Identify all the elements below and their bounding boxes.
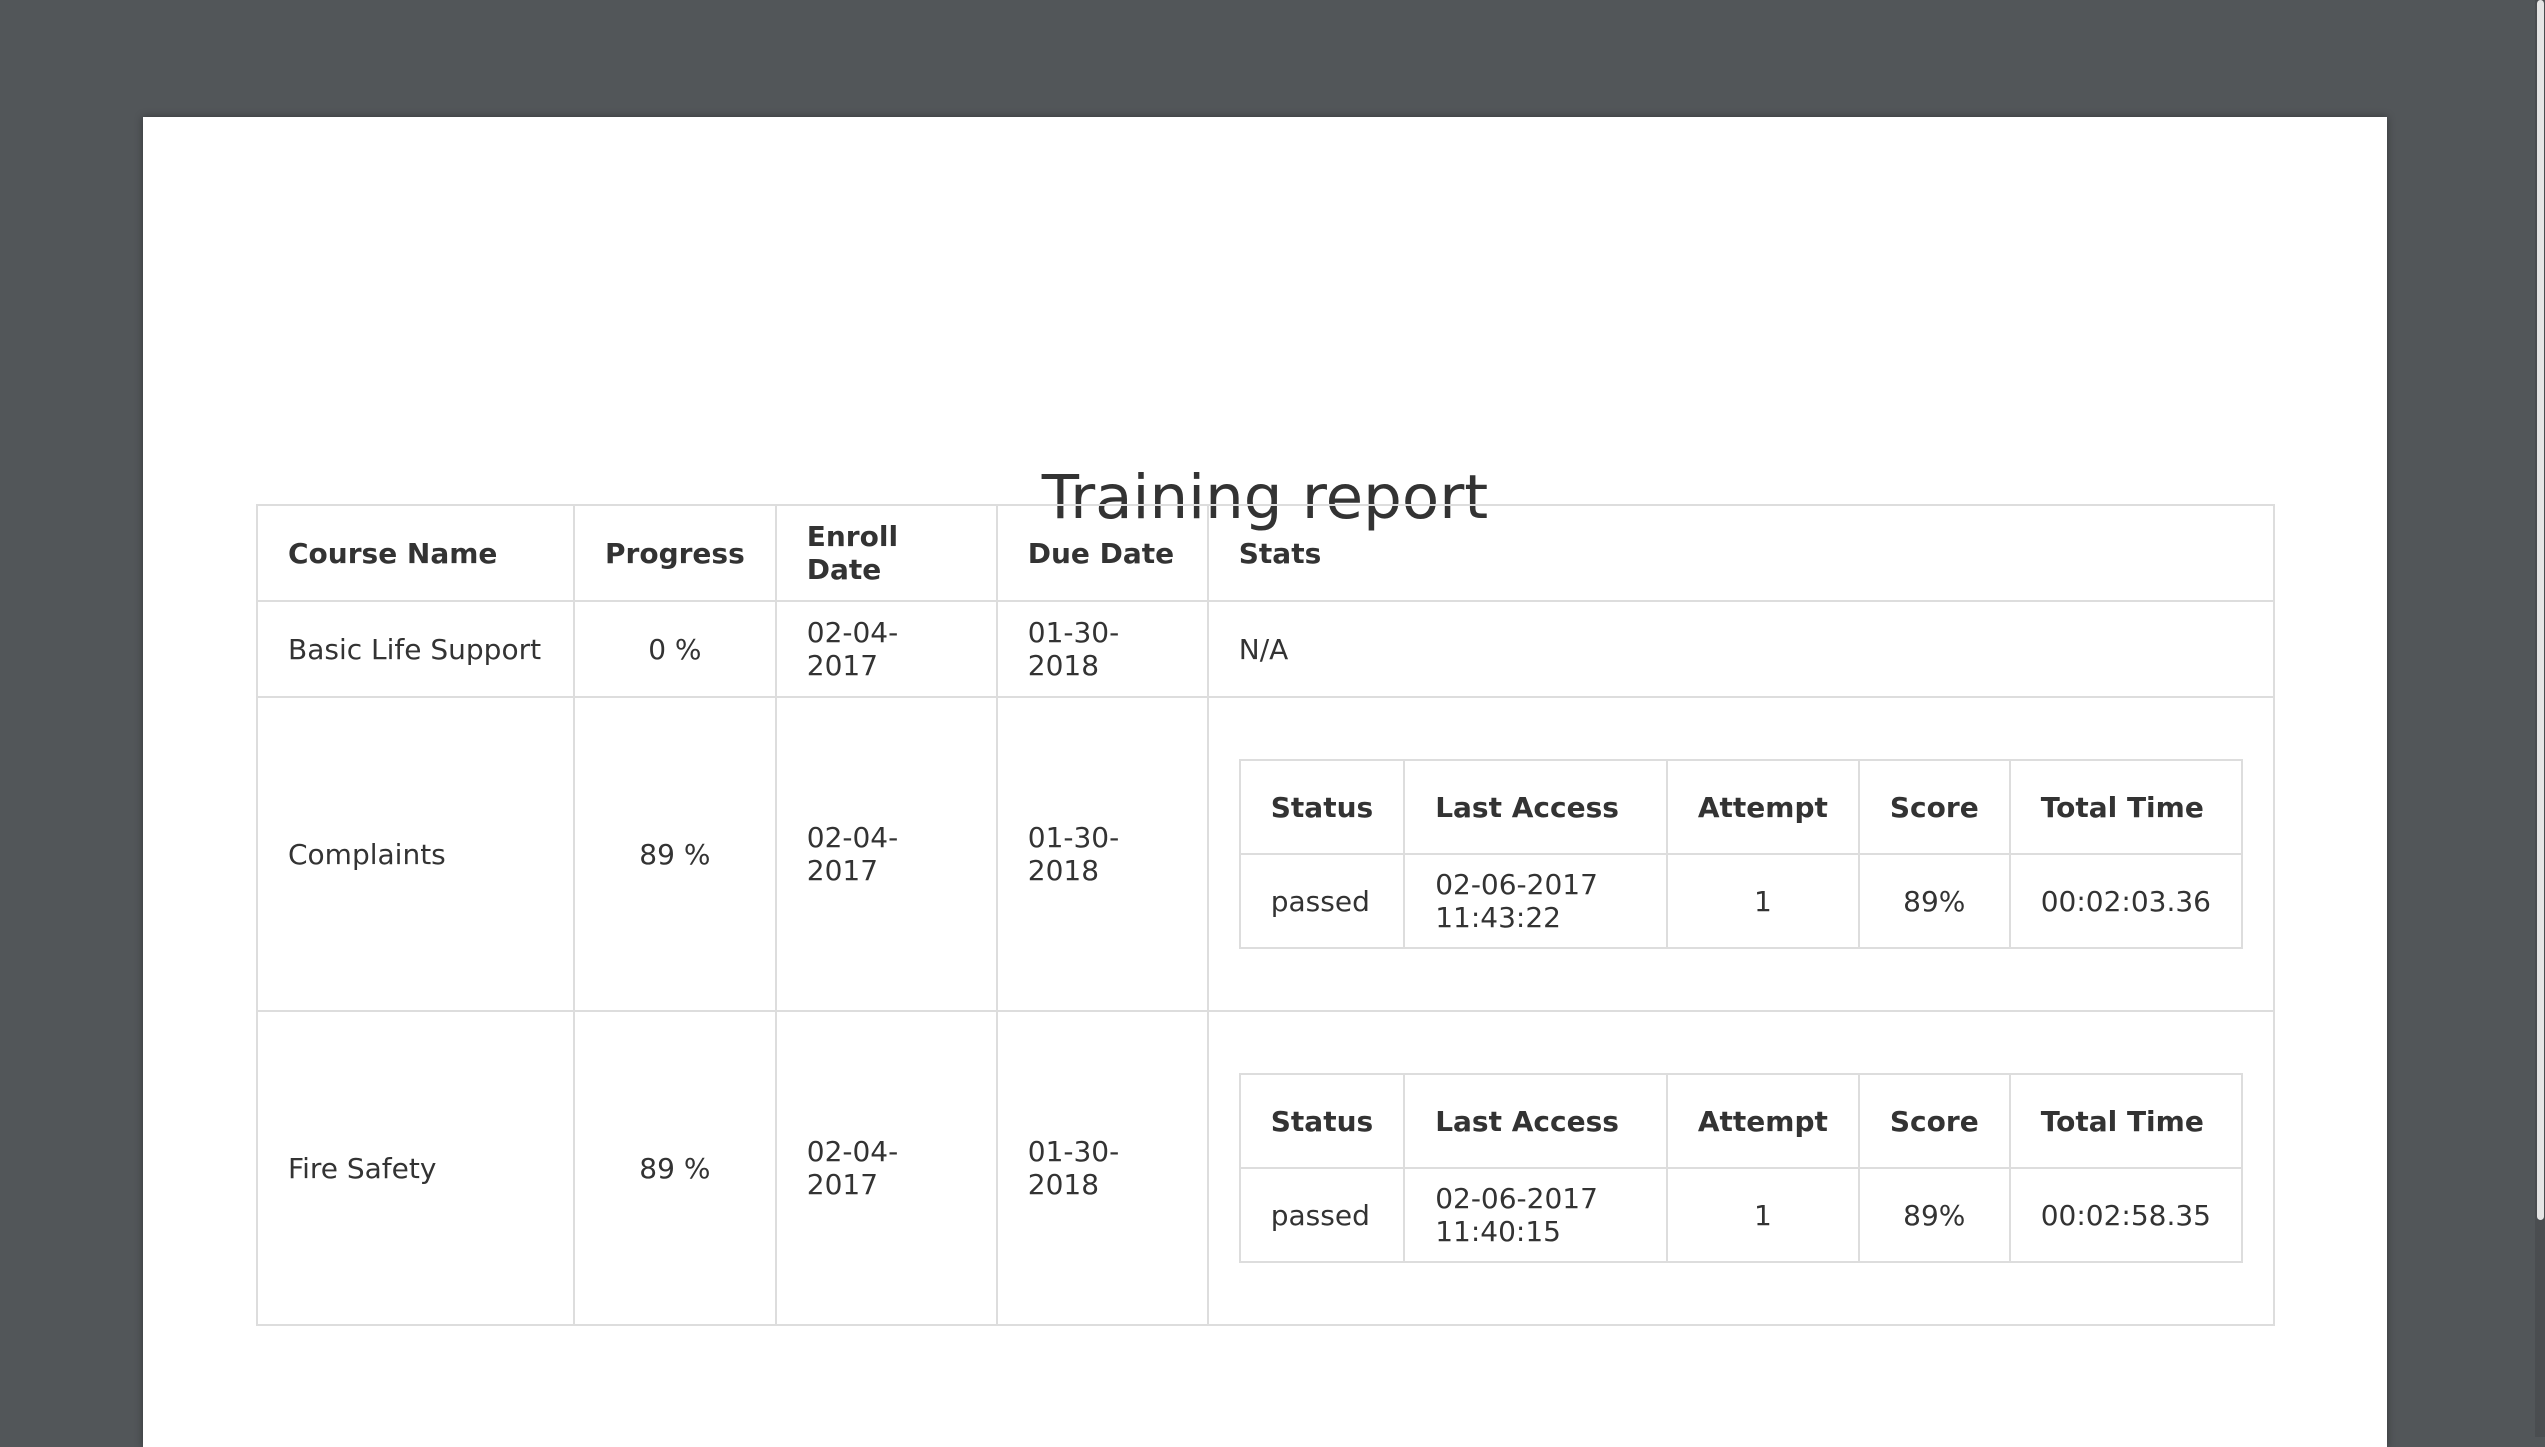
cell-due-date: 01-30-2018	[995, 1010, 1209, 1326]
vertical-scrollbar[interactable]	[2535, 0, 2545, 1437]
document-viewer: Training report Course Name Progress Enr…	[0, 0, 2545, 1447]
cell-enroll-date: 02-04-2017	[774, 1010, 998, 1326]
cell-enroll-date: 02-04-2017	[774, 696, 998, 1012]
stats-header-status: Status	[1238, 759, 1406, 855]
stats-row: passed 02-06-2017 11:40:15 1 89% 00:02:5…	[1238, 1167, 2244, 1263]
stats-score: 89%	[1857, 1167, 2011, 1263]
report-page: Training report Course Name Progress Enr…	[143, 117, 2387, 1447]
stats-row: passed 02-06-2017 11:43:22 1 89% 00:02:0…	[1238, 853, 2244, 949]
cell-due-date: 01-30-2018	[995, 600, 1209, 698]
table-row: Fire Safety 89 % 02-04-2017 01-30-2018 S…	[256, 1010, 2276, 1326]
header-progress: Progress	[573, 504, 777, 602]
stats-header-status: Status	[1238, 1073, 1406, 1169]
cell-course-name: Basic Life Support	[256, 600, 575, 698]
stats-score: 89%	[1857, 853, 2011, 949]
stats-table: Status Last Access Attempt Score Total T…	[1238, 759, 2244, 949]
table-header-row: Course Name Progress Enroll Date Due Dat…	[256, 504, 2276, 602]
header-course-name: Course Name	[256, 504, 575, 602]
cell-due-date: 01-30-2018	[995, 696, 1209, 1012]
stats-header-score: Score	[1857, 1073, 2011, 1169]
stats-total-time: 00:02:58.35	[2008, 1167, 2244, 1263]
stats-last-access: 02-06-2017 11:43:22	[1403, 853, 1668, 949]
stats-header-score: Score	[1857, 759, 2011, 855]
cell-progress: 89 %	[573, 696, 777, 1012]
cell-course-name: Fire Safety	[256, 1010, 575, 1326]
header-enroll-date: Enroll Date	[774, 504, 998, 602]
stats-header-total-time: Total Time	[2008, 1073, 2244, 1169]
table-row: Complaints 89 % 02-04-2017 01-30-2018 St…	[256, 696, 2276, 1012]
header-stats: Stats	[1206, 504, 2276, 602]
stats-last-access: 02-06-2017 11:40:15	[1403, 1167, 1668, 1263]
stats-header-total-time: Total Time	[2008, 759, 2244, 855]
stats-attempt: 1	[1665, 1167, 1860, 1263]
stats-total-time: 00:02:03.36	[2008, 853, 2244, 949]
scrollbar-thumb[interactable]	[2537, 0, 2544, 1220]
stats-header-last-access: Last Access	[1403, 759, 1668, 855]
cell-stats: N/A	[1206, 600, 2276, 698]
header-due-date: Due Date	[995, 504, 1209, 602]
cell-enroll-date: 02-04-2017	[774, 600, 998, 698]
training-table: Course Name Progress Enroll Date Due Dat…	[256, 504, 2276, 1326]
stats-header-row: Status Last Access Attempt Score Total T…	[1238, 759, 2244, 855]
stats-header-attempt: Attempt	[1665, 1073, 1860, 1169]
table-row: Basic Life Support 0 % 02-04-2017 01-30-…	[256, 600, 2276, 698]
stats-header-row: Status Last Access Attempt Score Total T…	[1238, 1073, 2244, 1169]
cell-stats: Status Last Access Attempt Score Total T…	[1206, 1010, 2276, 1326]
cell-progress: 0 %	[573, 600, 777, 698]
stats-table: Status Last Access Attempt Score Total T…	[1238, 1073, 2244, 1263]
stats-header-attempt: Attempt	[1665, 759, 1860, 855]
cell-course-name: Complaints	[256, 696, 575, 1012]
cell-stats: Status Last Access Attempt Score Total T…	[1206, 696, 2276, 1012]
cell-progress: 89 %	[573, 1010, 777, 1326]
stats-status: passed	[1238, 1167, 1406, 1263]
stats-attempt: 1	[1665, 853, 1860, 949]
stats-status: passed	[1238, 853, 1406, 949]
stats-header-last-access: Last Access	[1403, 1073, 1668, 1169]
